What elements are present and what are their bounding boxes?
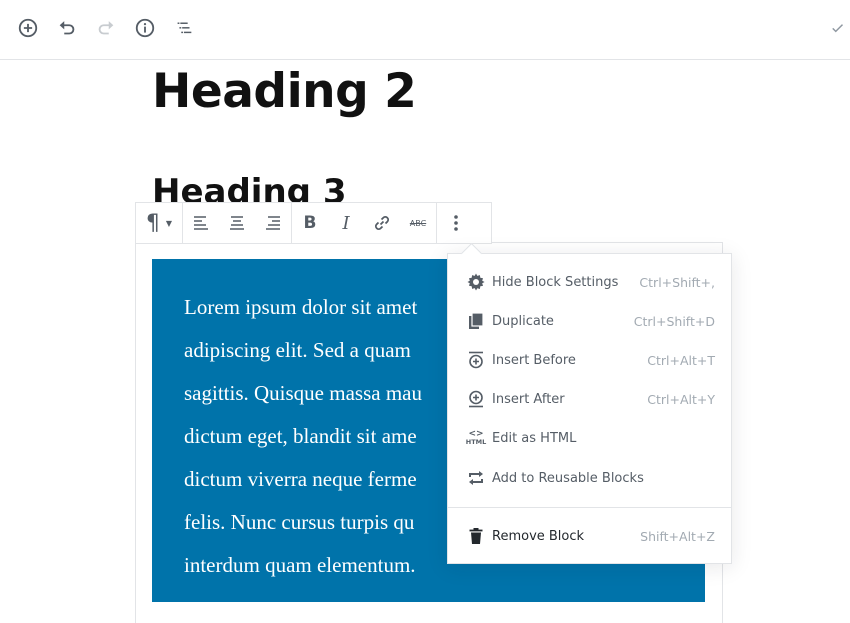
align-center-button[interactable]	[219, 203, 255, 243]
insert-after-icon	[465, 388, 487, 410]
list-icon	[177, 22, 192, 34]
cover-line: sagittis. Quisque massa mau	[184, 381, 422, 405]
redo-button[interactable]	[94, 16, 118, 40]
html-icon: <> HTML	[465, 429, 487, 447]
caret-down-icon: ▼	[165, 218, 173, 228]
link-button[interactable]	[364, 203, 400, 243]
cover-line: Lorem ipsum dolor sit amet	[184, 295, 418, 319]
menu-item-edit-as-html[interactable]: <> HTML Edit as HTML	[448, 420, 731, 456]
gear-icon	[465, 271, 487, 293]
alignment-group	[183, 203, 292, 243]
cover-line: dictum eget, blandit sit ame	[184, 424, 417, 448]
block-navigation-button[interactable]	[172, 16, 196, 40]
more-options-button[interactable]	[437, 203, 475, 243]
duplicate-icon	[465, 310, 487, 332]
ellipsis-vertical-icon	[454, 215, 458, 231]
paragraph-icon: ¶	[145, 210, 160, 236]
add-block-button[interactable]	[16, 16, 40, 40]
info-button[interactable]	[133, 16, 157, 40]
cover-line: adipiscing elit. Sed a quam	[184, 338, 411, 362]
menu-item-add-to-reusable-blocks[interactable]: Add to Reusable Blocks	[448, 460, 731, 496]
align-left-button[interactable]	[183, 203, 219, 243]
plus-circle-icon	[18, 18, 38, 38]
redo-icon	[98, 21, 114, 35]
align-right-button[interactable]	[255, 203, 291, 243]
cover-line: dictum viverra neque ferme	[184, 467, 417, 491]
menu-item-hide-block-settings[interactable]: Hide Block Settings Ctrl+Shift+,	[448, 264, 731, 300]
align-left-icon	[194, 216, 208, 230]
link-icon	[374, 215, 390, 231]
menu-item-duplicate[interactable]: Duplicate Ctrl+Shift+D	[448, 303, 731, 339]
editor-header	[0, 0, 850, 60]
italic-button[interactable]: I	[328, 203, 364, 243]
check-icon	[832, 24, 844, 33]
info-icon	[135, 18, 155, 38]
cover-line: interdum quam elementum.	[184, 553, 416, 577]
trash-icon	[465, 525, 487, 547]
menu-item-remove-block[interactable]: Remove Block Shift+Alt+Z	[448, 518, 731, 554]
bold-button[interactable]: B	[292, 203, 328, 243]
strikethrough-button[interactable]: ABC	[400, 203, 436, 243]
block-type-switcher[interactable]: ¶ ▼	[136, 203, 182, 243]
strikethrough-icon: ABC	[409, 218, 427, 228]
menu-item-insert-after[interactable]: Insert After Ctrl+Alt+Y	[448, 381, 731, 417]
cover-line: felis. Nunc cursus turpis qu	[184, 510, 415, 534]
align-right-icon	[266, 216, 280, 230]
reusable-icon	[465, 467, 487, 489]
saved-indicator	[826, 16, 850, 40]
block-switcher-group: ¶ ▼	[136, 203, 183, 243]
heading-2-block[interactable]: Heading 2	[152, 64, 417, 120]
block-toolbar: ¶ ▼ B I ABC	[135, 202, 492, 244]
block-settings-menu: Hide Block Settings Ctrl+Shift+, Duplica…	[447, 242, 732, 564]
italic-icon: I	[342, 212, 350, 234]
undo-icon	[59, 21, 75, 35]
bold-icon: B	[303, 213, 317, 233]
formatting-group: B I ABC	[292, 203, 437, 243]
insert-before-icon	[465, 349, 487, 371]
more-group	[437, 203, 475, 243]
align-center-icon	[230, 216, 244, 230]
undo-button[interactable]	[55, 16, 79, 40]
menu-item-insert-before[interactable]: Insert Before Ctrl+Alt+T	[448, 342, 731, 378]
menu-separator	[448, 507, 731, 508]
